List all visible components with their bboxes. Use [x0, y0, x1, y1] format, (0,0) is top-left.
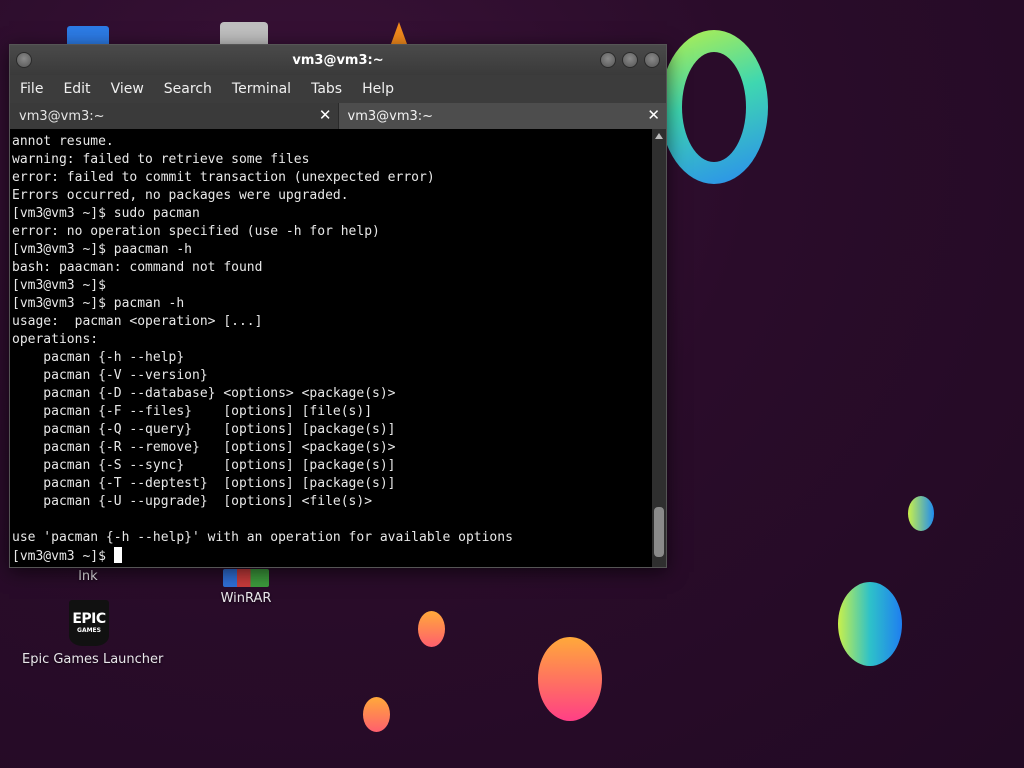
window-menu-button[interactable]: [16, 52, 32, 68]
terminal-line: pacman {-Q --query} [options] [package(s…: [12, 422, 396, 437]
menu-help[interactable]: Help: [362, 81, 394, 97]
wallpaper-ring: [660, 30, 768, 184]
tab-label: vm3@vm3:~: [347, 108, 434, 124]
terminal-line: usage: pacman <operation> [...]: [12, 314, 263, 329]
terminal-line: pacman {-S --sync} [options] [package(s)…: [12, 458, 396, 473]
scroll-up-icon[interactable]: [655, 133, 663, 139]
epic-games-icon: EPIC GAMES: [69, 600, 109, 646]
menu-tabs[interactable]: Tabs: [311, 81, 342, 97]
scrollbar-thumb[interactable]: [654, 507, 664, 557]
minimize-button[interactable]: [600, 52, 616, 68]
terminal-line: warning: failed to retrieve some files: [12, 152, 310, 167]
menu-edit[interactable]: Edit: [63, 81, 90, 97]
menu-bar: File Edit View Search Terminal Tabs Help: [10, 75, 666, 103]
desktop-icon-label: lnk: [78, 569, 98, 584]
terminal-line: error: no operation specified (use -h fo…: [12, 224, 380, 239]
close-window-button[interactable]: [644, 52, 660, 68]
terminal-line: Errors occurred, no packages were upgrad…: [12, 188, 349, 203]
menu-terminal[interactable]: Terminal: [232, 81, 291, 97]
maximize-button[interactable]: [622, 52, 638, 68]
terminal-line: pacman {-D --database} <options> <packag…: [12, 386, 396, 401]
terminal-line: pacman {-h --help}: [12, 350, 185, 365]
window-title: vm3@vm3:~: [292, 52, 384, 68]
desktop-icon-blue[interactable]: [67, 26, 109, 46]
desktop-icon-gray[interactable]: [220, 22, 268, 46]
terminal-line: pacman {-V --version}: [12, 368, 208, 383]
text-cursor: [113, 547, 122, 563]
desktop-icon-winrar[interactable]: WinRAR: [215, 569, 277, 606]
window-titlebar[interactable]: vm3@vm3:~: [10, 45, 666, 75]
menu-view[interactable]: View: [111, 81, 144, 97]
desktop-icon-label: Epic Games Launcher: [22, 652, 164, 667]
terminal-line: error: failed to commit transaction (une…: [12, 170, 435, 185]
wallpaper-blob: [538, 637, 602, 721]
tab-label: vm3@vm3:~: [19, 108, 105, 124]
terminal-prompt: [vm3@vm3 ~]$: [12, 549, 114, 564]
epic-logo-sub: GAMES: [77, 627, 101, 634]
epic-logo-text: EPIC: [72, 611, 106, 627]
terminal-line: [vm3@vm3 ~]$ pacman -h: [12, 296, 185, 311]
wallpaper-blob: [418, 611, 445, 647]
tab-terminal-1[interactable]: vm3@vm3:~ ✕: [10, 103, 338, 129]
desktop-icon-label: WinRAR: [220, 591, 272, 606]
terminal-line: operations:: [12, 332, 99, 347]
tab-terminal-2[interactable]: vm3@vm3:~ ✕: [337, 103, 666, 129]
menu-search[interactable]: Search: [164, 81, 212, 97]
terminal-line: use 'pacman {-h --help}' with an operati…: [12, 530, 513, 545]
wallpaper-blob: [363, 697, 390, 732]
terminal-line: pacman {-F --files} [options] [file(s)]: [12, 404, 373, 419]
menu-file[interactable]: File: [20, 81, 43, 97]
terminal-output[interactable]: annot resume. warning: failed to retrieve…: [10, 129, 652, 567]
close-tab-icon[interactable]: ✕: [319, 106, 332, 124]
terminal-prompt-line[interactable]: [vm3@vm3 ~]$: [12, 547, 652, 565]
terminal-line: [vm3@vm3 ~]$: [12, 278, 106, 293]
terminal-line: bash: paacman: command not found: [12, 260, 263, 275]
tab-bar: vm3@vm3:~ ✕ vm3@vm3:~ ✕: [10, 103, 666, 129]
terminal-line: pacman {-U --upgrade} [options] <file(s)…: [12, 494, 373, 509]
desktop-icon-lnk[interactable]: lnk: [68, 569, 108, 584]
wallpaper-blob: [838, 582, 902, 666]
terminal-line: [vm3@vm3 ~]$ paacman -h: [12, 242, 193, 257]
terminal-line: pacman {-R --remove} [options] <package(…: [12, 440, 396, 455]
terminal-line: annot resume.: [12, 134, 114, 149]
desktop-icon-epic-games[interactable]: EPIC GAMES Epic Games Launcher: [22, 600, 164, 667]
terminal-scrollbar[interactable]: [652, 129, 666, 567]
wallpaper-blob: [908, 496, 934, 531]
vlc-cone-icon[interactable]: [391, 22, 407, 44]
winrar-icon: [223, 569, 269, 587]
terminal-window: vm3@vm3:~ File Edit View Search Terminal…: [9, 44, 667, 568]
close-tab-icon[interactable]: ✕: [647, 106, 660, 124]
terminal-line: [vm3@vm3 ~]$ sudo pacman: [12, 206, 200, 221]
terminal-line: pacman {-T --deptest} [options] [package…: [12, 476, 396, 491]
